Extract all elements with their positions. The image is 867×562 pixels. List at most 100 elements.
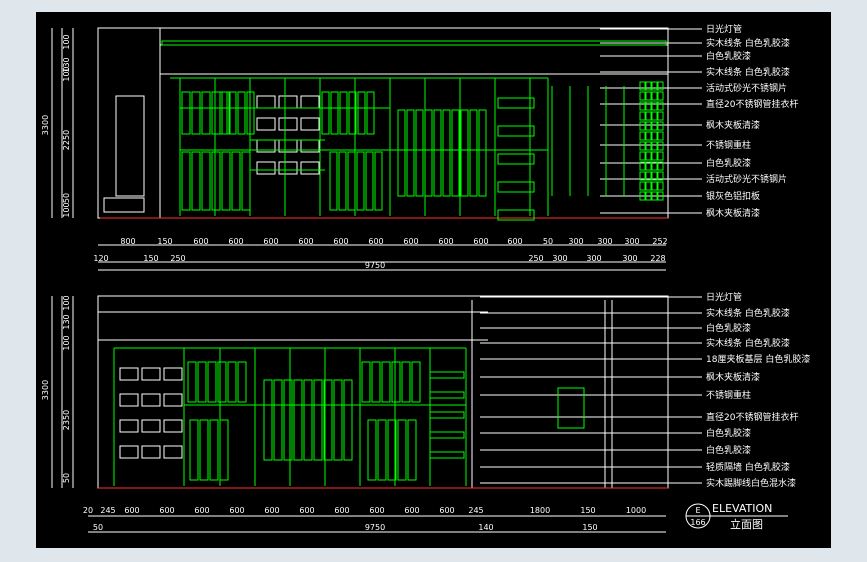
note-label: 不锈钢重柱 [706, 389, 751, 401]
dim-label: 600 [228, 237, 243, 246]
note-label: 白色乳胶漆 [706, 157, 751, 169]
garment-shape [365, 151, 374, 211]
note-label: 枫木夹板清漆 [706, 207, 760, 219]
grid-cell [645, 91, 652, 101]
note-label: 实木线条 白色乳胶漆 [706, 66, 790, 78]
dim-label: 300 [568, 237, 583, 246]
garment-shape [237, 361, 247, 403]
folded-shirt [141, 393, 161, 407]
garment-shape [381, 361, 391, 403]
garment-shape [338, 151, 347, 211]
grid-cell [657, 91, 664, 101]
garment-shape [207, 361, 217, 403]
top-light-trough [161, 40, 667, 46]
folded-shirt [300, 95, 320, 109]
folded-shirt [163, 393, 183, 407]
grid-cell [651, 131, 658, 141]
garment-shape [191, 91, 201, 135]
garment-shape [211, 91, 221, 135]
garment-shape [377, 419, 387, 481]
garment-shape [366, 91, 375, 135]
garment-shape [374, 151, 383, 211]
grid-cell [639, 91, 646, 101]
grid-cell [645, 151, 652, 161]
dim-label: 245 [468, 506, 483, 515]
grid-cell [657, 131, 664, 141]
grid-cell [639, 121, 646, 131]
vdim-label: 100 [62, 335, 71, 350]
grid-cell [639, 151, 646, 161]
vdim-label: 2250 [62, 130, 71, 150]
grid-cell [645, 111, 652, 121]
vdim-label: 3300 [41, 380, 50, 400]
garment-shape [361, 361, 371, 403]
grid-cell [645, 181, 652, 191]
grid-cell [651, 181, 658, 191]
vdim-label: 100 [62, 34, 71, 49]
note-label: 枫木夹板清漆 [706, 371, 760, 383]
garment-shape [211, 151, 221, 211]
folded-shirt [119, 393, 139, 407]
single-garment [557, 387, 585, 429]
dim-label: 600 [299, 506, 314, 515]
garment-shape [343, 379, 353, 461]
garment-shape [478, 109, 487, 197]
side-shelf [429, 451, 465, 459]
dim-label: 252 [652, 237, 667, 246]
dim-label: 150 [157, 237, 172, 246]
mannequin-base [103, 197, 145, 213]
side-shelf [429, 431, 465, 439]
note-label: 活动式砂光不锈钢片 [706, 82, 787, 94]
dim-label: 245 [100, 506, 115, 515]
garment-shape [303, 379, 313, 461]
garment-shape [201, 91, 211, 135]
dim-label: 600 [438, 237, 453, 246]
grid-cell [645, 121, 652, 131]
dim-label: 150 [143, 254, 158, 263]
dim-label: 600 [194, 506, 209, 515]
dim-total: 9750 [365, 523, 385, 532]
folded-shirt [141, 445, 161, 459]
cubby-shelf [497, 125, 535, 137]
dim-label: 250 [170, 254, 185, 263]
dim-label: 600 [368, 237, 383, 246]
dim-label: 300 [624, 237, 639, 246]
dim-label: 50 [93, 523, 103, 532]
dim-label: 600 [369, 506, 384, 515]
garment-shape [330, 91, 339, 135]
grid-cell [651, 101, 658, 111]
folded-shirt [278, 117, 298, 131]
dim-label: 1000 [626, 506, 646, 515]
garment-shape [357, 91, 366, 135]
dim-label: 600 [403, 237, 418, 246]
dim-label: 600 [404, 506, 419, 515]
dim-label: 600 [263, 237, 278, 246]
note-label: 日光灯管 [706, 23, 742, 35]
garment-shape [367, 419, 377, 481]
dim-label: 228 [650, 254, 665, 263]
note-label: 实木踢脚线白色混水漆 [706, 477, 796, 489]
note-label: 日光灯管 [706, 291, 742, 303]
elevation-drawing: 800 150 600 600 600 600 600 600 600 600 600 600 50 30… [41, 23, 810, 533]
garment-shape [356, 151, 365, 211]
garment-shape [191, 151, 201, 211]
folded-shirt [163, 445, 183, 459]
garment-shape [415, 109, 424, 197]
garment-shape [433, 109, 442, 197]
dim-label: 300 [552, 254, 567, 263]
grid-cell [651, 81, 658, 91]
folded-shirt [119, 419, 139, 433]
vdim-label: 100 [62, 295, 71, 310]
garment-shape [460, 109, 469, 197]
garment-shape [283, 379, 293, 461]
garment-shape [197, 361, 207, 403]
dim-label: 50 [543, 237, 553, 246]
dim-label: 140 [478, 523, 493, 532]
grid-cell [657, 151, 664, 161]
garment-shape [469, 109, 478, 197]
note-label: 白色乳胶漆 [706, 50, 751, 62]
dim-label: 800 [120, 237, 135, 246]
side-shelf [429, 371, 465, 379]
grid-cell [639, 111, 646, 121]
dim-label: 1800 [530, 506, 550, 515]
